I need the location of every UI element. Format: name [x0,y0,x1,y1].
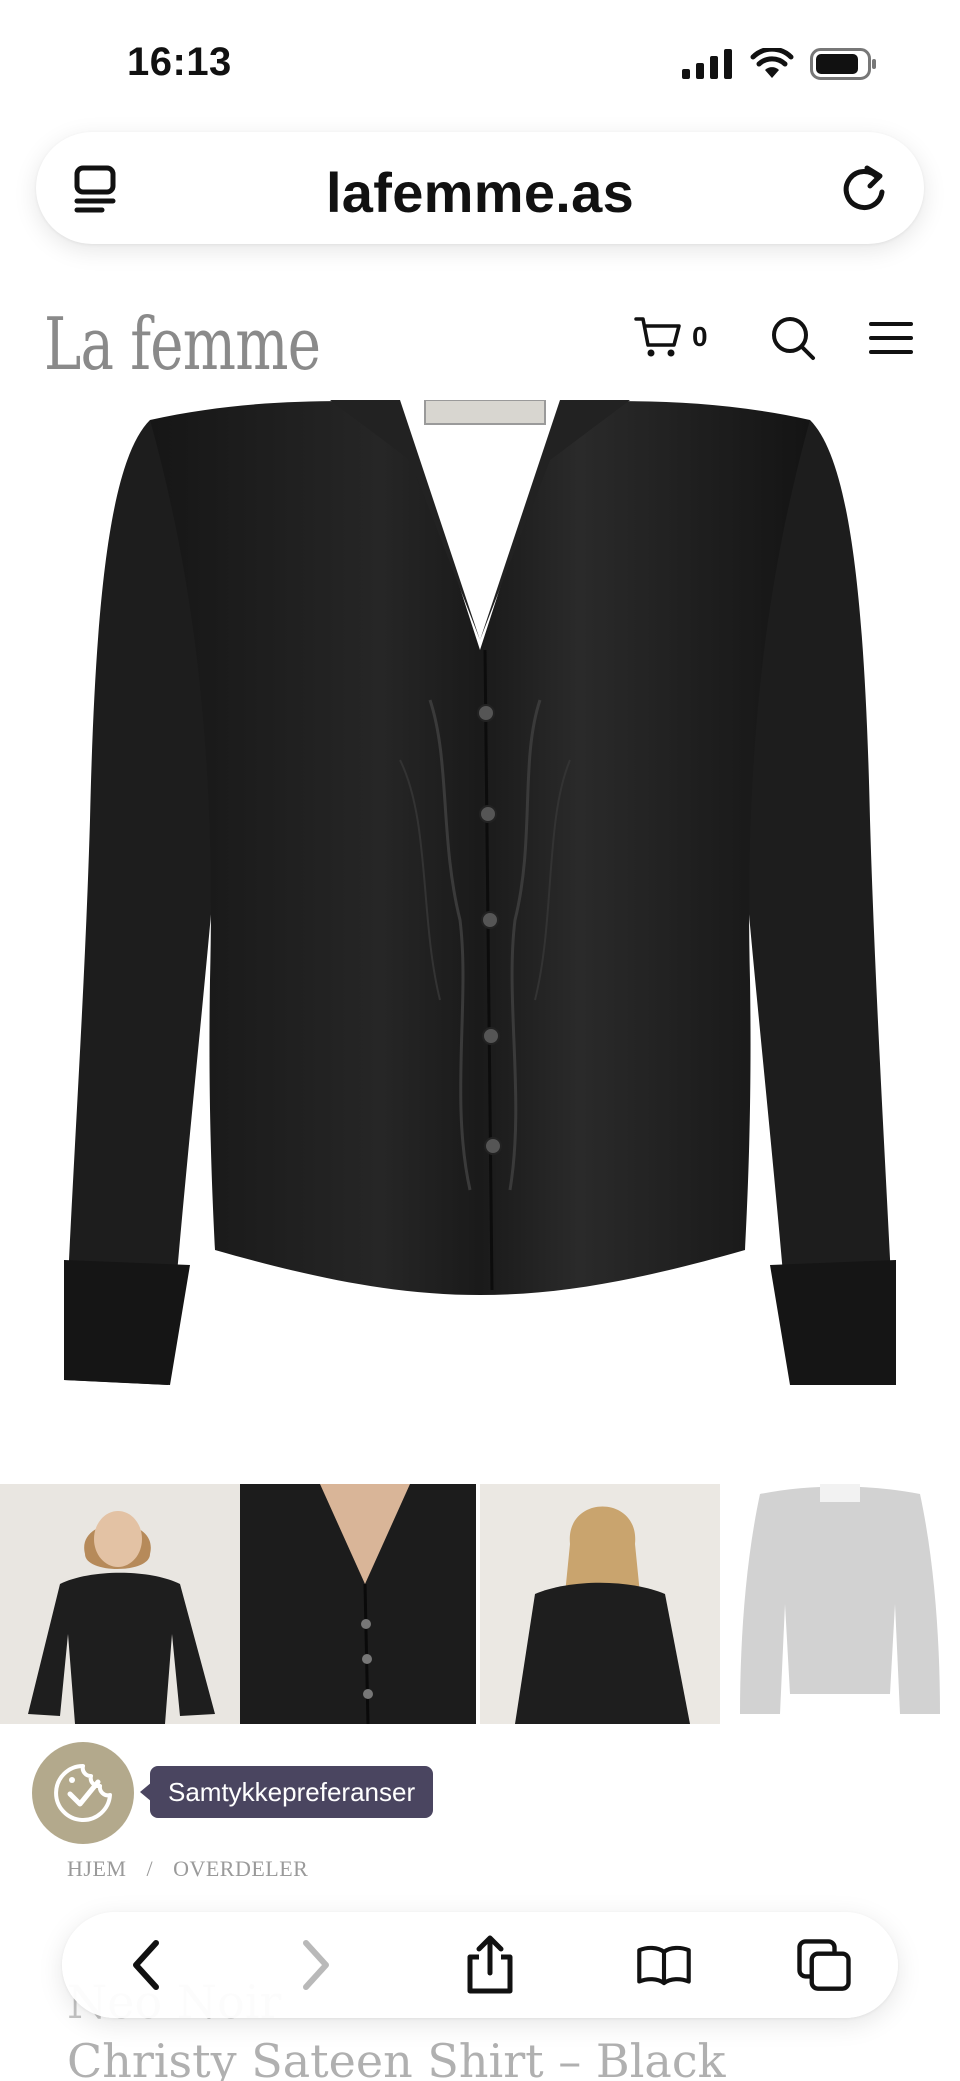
wifi-icon [750,48,794,78]
consent-preferences-button[interactable] [32,1742,134,1844]
forward-button[interactable] [288,1937,344,1993]
forward-chevron-icon [303,1940,329,1990]
address-bar[interactable]: lafemme.as [36,132,924,244]
hamburger-menu-icon[interactable] [868,318,914,358]
cart-count: 0 [692,321,708,352]
tabs-button[interactable] [796,1937,852,1993]
cart-icon [634,317,681,357]
status-icons [682,48,878,80]
back-button[interactable] [118,1937,174,1993]
browser-toolbar [62,1912,898,2018]
cart-button[interactable]: 0 [634,315,708,359]
site-header: La femme 0 [0,280,960,400]
cellular-signal-icon [682,49,732,79]
product-main-image[interactable] [0,400,960,1400]
breadcrumb-category-link[interactable]: OVERDELER [173,1856,308,1881]
share-button[interactable] [462,1935,518,1994]
bookmarks-button[interactable] [636,1937,692,1993]
thumbnail-4[interactable] [720,1484,960,1724]
book-icon [637,1945,691,1986]
product-title: Christy Sateen Shirt – Black [67,2034,726,2081]
thumbnail-3[interactable] [480,1484,720,1724]
status-time: 16:13 [127,40,232,84]
share-icon [467,1935,513,1994]
product-thumbnails [0,1484,960,1724]
reload-icon[interactable] [838,162,890,214]
status-bar: 16:13 [0,0,960,130]
breadcrumb: HJEM / OVERDELER [67,1856,322,1882]
breadcrumb-home-link[interactable]: HJEM [67,1856,126,1881]
back-chevron-icon [133,1940,159,1990]
breadcrumb-separator: / [146,1856,154,1881]
battery-icon [810,48,876,80]
consent-preferences-label[interactable]: Samtykkepreferanser [150,1766,434,1818]
search-icon[interactable] [770,315,816,361]
cookie-check-icon [54,1764,112,1822]
thumbnail-1[interactable] [0,1484,240,1724]
tabs-icon [797,1939,851,1991]
url-text[interactable]: lafemme.as [36,160,924,225]
site-logo[interactable]: La femme [44,302,321,386]
thumbnail-2[interactable] [240,1484,480,1724]
